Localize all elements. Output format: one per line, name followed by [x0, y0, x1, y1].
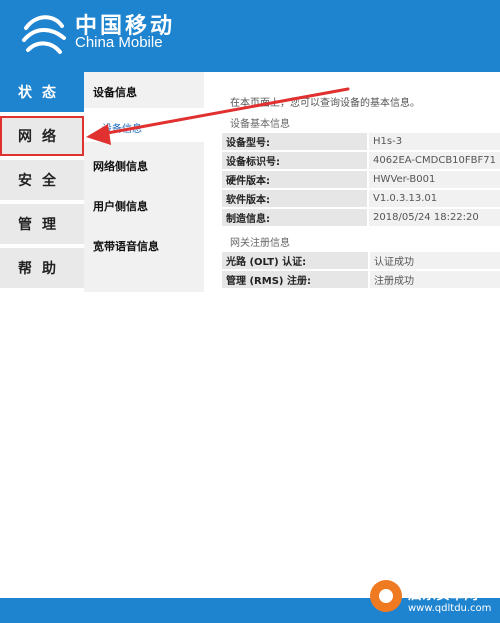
subnav-network-side-info[interactable]: 网络侧信息	[93, 158, 148, 174]
row-value: 认证成功	[369, 252, 500, 271]
sub-nav: 设备信息 设备信息 网络侧信息 用户侧信息 宽带语音信息	[84, 72, 204, 292]
app-header: 中国移动 China Mobile	[0, 0, 500, 72]
table-row: 硬件版本: HWVer-B001	[222, 170, 500, 190]
nav-item-label: 网络	[18, 129, 66, 145]
row-value: 2018/05/24 18:22:20	[368, 208, 500, 228]
table-row: 设备标识号: 4062EA-CMDCB10FBF71	[222, 151, 500, 171]
main-nav: 状态 网络 安全 管理 帮助	[0, 72, 84, 292]
basic-info-title: 设备基本信息	[230, 119, 290, 130]
nav-item-label: 状态	[18, 85, 66, 101]
row-key: 硬件版本:	[222, 170, 370, 190]
page-intro: 在本页面上，您可以查询设备的基本信息。	[230, 98, 420, 109]
nav-item-management[interactable]: 管理	[0, 204, 84, 244]
table-row: 管理 (RMS) 注册: 注册成功	[222, 270, 500, 290]
nav-item-help[interactable]: 帮助	[0, 248, 84, 288]
table-row: 软件版本: V1.0.3.13.01	[222, 189, 500, 209]
row-value: V1.0.3.13.01	[368, 189, 500, 209]
row-value: 4062EA-CMDCB10FBF71	[368, 151, 500, 171]
basic-info-table: 设备型号: H1s-3 设备标识号: 4062EA-CMDCB10FBF71 硬…	[222, 133, 500, 228]
row-value: H1s-3	[368, 133, 500, 152]
nav-item-status[interactable]: 状态	[0, 72, 84, 112]
watermark-url: www.qdltdu.com	[408, 603, 492, 614]
row-key: 设备标识号:	[222, 151, 370, 171]
watermark-logo-icon	[370, 580, 402, 612]
subnav-voice-info[interactable]: 宽带语音信息	[93, 238, 159, 254]
nav-item-network[interactable]: 网络	[0, 116, 84, 156]
nav-item-label: 帮助	[18, 261, 66, 277]
row-value: HWVer-B001	[368, 170, 500, 190]
nav-item-security[interactable]: 安全	[0, 160, 84, 200]
table-row: 制造信息: 2018/05/24 18:22:20	[222, 208, 500, 228]
row-key: 管理 (RMS) 注册:	[222, 270, 370, 290]
row-key: 光路 (OLT) 认证:	[222, 252, 370, 271]
subnav-user-side-info[interactable]: 用户侧信息	[93, 198, 148, 214]
row-key: 设备型号:	[222, 133, 370, 152]
row-value: 注册成功	[369, 270, 500, 290]
row-key: 软件版本:	[222, 189, 370, 209]
table-row: 设备型号: H1s-3	[222, 133, 500, 152]
subnav-device-info-child[interactable]: 设备信息	[102, 120, 142, 135]
nav-item-label: 安全	[18, 173, 66, 189]
watermark-text: 启东安卓网	[408, 587, 478, 603]
china-mobile-logo-icon	[22, 15, 66, 54]
row-key: 制造信息:	[222, 208, 370, 228]
registration-info-table: 光路 (OLT) 认证: 认证成功 管理 (RMS) 注册: 注册成功	[222, 252, 500, 290]
table-row: 光路 (OLT) 认证: 认证成功	[222, 252, 500, 271]
subnav-device-info[interactable]: 设备信息	[93, 84, 137, 100]
nav-item-label: 管理	[18, 217, 66, 233]
brand-name-en: China Mobile	[75, 34, 163, 51]
registration-info-title: 网关注册信息	[230, 238, 290, 249]
